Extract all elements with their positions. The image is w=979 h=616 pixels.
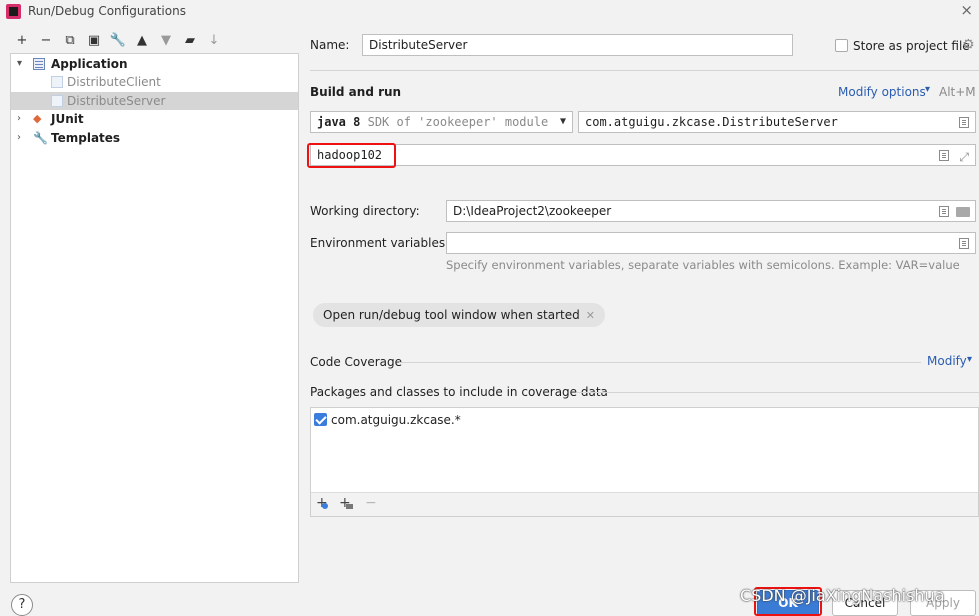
folder-icon[interactable] bbox=[956, 207, 970, 217]
working-directory-value: D:\IdeaProject2\zookeeper bbox=[453, 204, 612, 218]
browse-icon[interactable] bbox=[959, 238, 969, 249]
wrench-icon[interactable]: 🔧 bbox=[106, 31, 130, 51]
main-class-value: com.atguigu.zkcase.DistributeServer bbox=[585, 115, 838, 129]
close-icon[interactable]: ✕ bbox=[586, 309, 595, 322]
move-down-icon[interactable]: ▼ bbox=[154, 31, 178, 51]
chevron-down-icon[interactable]: ▾ bbox=[925, 84, 930, 95]
copy-icon[interactable]: ⧉ bbox=[58, 31, 82, 51]
tree-item-junit[interactable]: › ◆ JUnit bbox=[11, 110, 298, 128]
modify-options-link[interactable]: Modify options bbox=[838, 85, 926, 99]
sdk-select[interactable]: java 8 SDK of 'zookeeper' module ▼ bbox=[310, 111, 573, 133]
tree-item-distribute-client[interactable]: DistributeClient bbox=[11, 73, 298, 91]
tree-item-label: Templates bbox=[51, 131, 121, 145]
code-coverage-heading: Code Coverage bbox=[310, 355, 403, 369]
macro-icon[interactable] bbox=[939, 206, 949, 217]
tree-item-label: Application bbox=[51, 57, 128, 71]
tree-item-application[interactable]: ▾ Application bbox=[11, 55, 298, 73]
class-icon bbox=[51, 95, 63, 107]
application-icon bbox=[33, 58, 45, 70]
coverage-list: com.atguigu.zkcase.* + + − bbox=[310, 407, 979, 517]
remove-icon[interactable]: − bbox=[365, 495, 377, 511]
chevron-right-icon[interactable]: › bbox=[17, 129, 21, 147]
separator bbox=[310, 70, 979, 71]
save-icon[interactable]: ▣ bbox=[82, 31, 106, 51]
build-run-heading: Build and run bbox=[310, 85, 402, 99]
chevron-right-icon[interactable]: › bbox=[17, 110, 21, 128]
sdk-version: java 8 bbox=[317, 115, 361, 129]
working-directory-label: Working directory: bbox=[310, 204, 420, 218]
config-toolbar: + − ⧉ ▣ 🔧 ▲ ▼ ▰ ↓ bbox=[10, 31, 226, 51]
sort-icon[interactable]: ↓ bbox=[202, 31, 226, 51]
intellij-logo-icon bbox=[6, 4, 21, 19]
package-badge-icon bbox=[346, 504, 353, 509]
packages-label: Packages and classes to include in cover… bbox=[310, 385, 608, 399]
open-tool-window-chip[interactable]: Open run/debug tool window when started ✕ bbox=[313, 303, 605, 327]
wrench-icon: 🔧 bbox=[33, 131, 48, 145]
add-icon[interactable]: + bbox=[10, 31, 34, 51]
browse-icon[interactable] bbox=[959, 117, 969, 128]
chevron-down-icon[interactable]: ▼ bbox=[560, 112, 566, 132]
remove-icon[interactable]: − bbox=[34, 31, 58, 51]
environment-variables-hint: Specify environment variables, separate … bbox=[446, 258, 960, 272]
name-input[interactable]: DistributeServer bbox=[362, 34, 793, 56]
close-icon[interactable]: × bbox=[960, 1, 973, 19]
coverage-toolbar: + + − bbox=[311, 492, 978, 516]
package-item[interactable]: com.atguigu.zkcase.* bbox=[331, 413, 461, 427]
folder-icon[interactable]: ▰ bbox=[178, 31, 202, 51]
highlight-annotation bbox=[307, 143, 396, 168]
edit-text-icon[interactable] bbox=[939, 150, 949, 161]
help-button[interactable]: ? bbox=[11, 594, 33, 616]
chevron-down-icon[interactable]: ▾ bbox=[967, 354, 972, 365]
sdk-module: SDK of 'zookeeper' module bbox=[367, 115, 549, 129]
window-title: Run/Debug Configurations bbox=[28, 4, 186, 18]
program-arguments-input[interactable]: hadoop102 ⤢ bbox=[310, 144, 976, 166]
watermark: CSDN @JiaXingNashishua bbox=[740, 586, 945, 605]
coverage-modify-link[interactable]: Modify bbox=[927, 354, 967, 368]
tree-item-templates[interactable]: › 🔧 Templates bbox=[11, 129, 298, 147]
class-icon bbox=[51, 76, 63, 88]
main-class-input[interactable]: com.atguigu.zkcase.DistributeServer bbox=[578, 111, 976, 133]
environment-variables-label: Environment variables: bbox=[310, 236, 450, 250]
title-bar: Run/Debug Configurations × bbox=[0, 0, 979, 24]
chevron-down-icon[interactable]: ▾ bbox=[17, 55, 22, 73]
separator bbox=[399, 362, 921, 363]
store-project-checkbox[interactable] bbox=[835, 39, 848, 52]
separator bbox=[577, 392, 979, 393]
package-checkbox[interactable] bbox=[314, 413, 327, 426]
tree-item-label: JUnit bbox=[51, 112, 84, 126]
gear-icon[interactable]: ⚙ bbox=[962, 37, 975, 53]
class-badge-icon bbox=[322, 503, 328, 509]
tree-item-label: DistributeClient bbox=[67, 75, 161, 89]
config-tree: ▾ Application DistributeClient Distribut… bbox=[10, 53, 299, 583]
expand-icon[interactable]: ⤢ bbox=[959, 147, 969, 167]
chip-label: Open run/debug tool window when started bbox=[323, 308, 580, 322]
environment-variables-input[interactable] bbox=[446, 232, 976, 254]
name-label: Name: bbox=[310, 38, 350, 52]
store-project-label: Store as project file bbox=[853, 39, 970, 53]
move-up-icon[interactable]: ▲ bbox=[130, 31, 154, 51]
modify-options-shortcut: Alt+M bbox=[939, 85, 976, 99]
tree-item-label: DistributeServer bbox=[67, 94, 166, 108]
junit-icon: ◆ bbox=[33, 112, 42, 125]
working-directory-input[interactable]: D:\IdeaProject2\zookeeper bbox=[446, 200, 976, 222]
tree-item-distribute-server[interactable]: DistributeServer bbox=[11, 92, 298, 110]
